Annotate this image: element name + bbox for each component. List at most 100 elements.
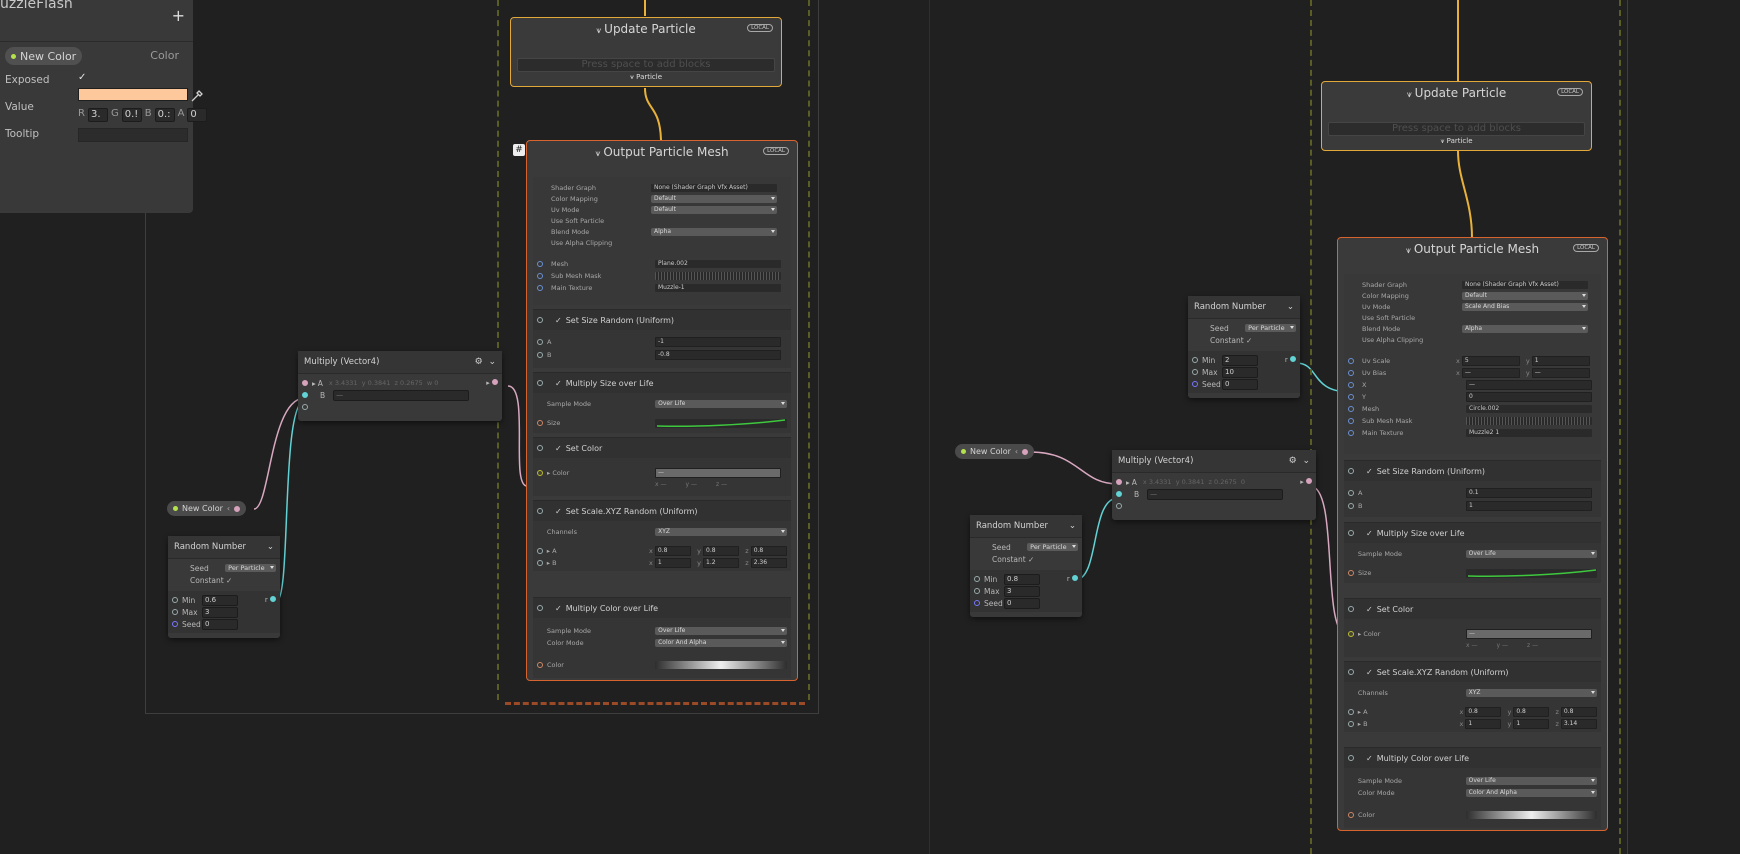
y-field[interactable]: — bbox=[1531, 368, 1590, 378]
collapse-icon[interactable]: ‹ bbox=[227, 504, 230, 513]
x-field[interactable]: 5 bbox=[1461, 356, 1520, 366]
seed-mode-dropdown[interactable]: Per Particle bbox=[1245, 324, 1296, 332]
y-field[interactable]: 0 bbox=[1466, 392, 1592, 402]
input-port[interactable] bbox=[1348, 406, 1354, 412]
input-port[interactable] bbox=[1348, 370, 1354, 376]
sub-mesh-mask-field[interactable] bbox=[1466, 417, 1592, 425]
block-set-scale-xyz-random[interactable]: ✓ Set Scale.XYZ Random (Uniform) Channels… bbox=[533, 500, 791, 571]
max-field[interactable]: 3 bbox=[202, 606, 238, 618]
b-field[interactable]: 1 bbox=[1466, 501, 1592, 511]
setting-dropdown[interactable]: Default bbox=[651, 206, 777, 214]
a-field[interactable]: 0 bbox=[187, 108, 208, 122]
min-field[interactable]: 2 bbox=[1222, 354, 1258, 366]
chevron-down-icon[interactable]: ⌄ bbox=[1302, 456, 1310, 466]
seed-mode-dropdown[interactable]: Per Particle bbox=[1027, 543, 1078, 551]
sample-mode-dropdown[interactable]: Over Life bbox=[655, 400, 788, 408]
shader-graph-field[interactable]: None (Shader Graph Vfx Asset) bbox=[651, 184, 777, 192]
max-field[interactable]: 3 bbox=[1004, 585, 1040, 597]
add-property-button[interactable]: + bbox=[172, 6, 191, 25]
new-color-property-node[interactable]: New Color ‹ bbox=[955, 444, 1035, 459]
output-particle-mesh-context[interactable]: ⩛ Output Particle Mesh LOCAL Shader Grap… bbox=[1337, 237, 1608, 831]
block-multiply-color-over-life[interactable]: ✓ Multiply Color over Life Sample Mode Ove… bbox=[533, 597, 791, 678]
constant-checkbox[interactable]: ✓ bbox=[1028, 555, 1034, 564]
add-blocks-placeholder[interactable]: Press space to add blocks bbox=[1328, 122, 1585, 136]
input-port[interactable] bbox=[1348, 430, 1354, 436]
block-multiply-size-over-life[interactable]: ✓ Multiply Size over Life Sample Mode Over… bbox=[533, 372, 791, 433]
color-mode-dropdown[interactable]: Color And Alpha bbox=[655, 639, 788, 647]
input-port[interactable] bbox=[1348, 382, 1354, 388]
update-particle-context[interactable]: ⩛ Update Particle LOCAL Press space to a… bbox=[1321, 81, 1592, 151]
size-curve[interactable] bbox=[655, 418, 787, 428]
mesh-field[interactable]: Circle.002 bbox=[1466, 405, 1592, 413]
input-port[interactable] bbox=[1348, 358, 1354, 364]
random-number-node[interactable]: Random Number ⌄ Seed Per Particle Constant ✓ M… bbox=[168, 536, 280, 638]
seed-field[interactable]: 0 bbox=[1004, 597, 1040, 609]
color-gradient[interactable] bbox=[655, 661, 787, 669]
min-field[interactable]: 0.8 bbox=[1004, 573, 1040, 585]
chevron-down-icon[interactable]: ⌄ bbox=[1287, 302, 1294, 312]
input-port[interactable] bbox=[1348, 418, 1354, 424]
property-pill[interactable]: New Color bbox=[5, 47, 83, 65]
g-field[interactable]: 0.! bbox=[121, 108, 142, 122]
chevron-down-icon[interactable]: ⌄ bbox=[267, 542, 274, 552]
gear-icon[interactable]: ⚙ bbox=[1289, 456, 1297, 466]
r-field[interactable]: 3. bbox=[87, 108, 108, 122]
gear-icon[interactable]: ⚙ bbox=[475, 357, 483, 367]
input-port[interactable] bbox=[537, 273, 543, 279]
chevron-down-icon[interactable]: ⌄ bbox=[488, 357, 496, 367]
b-field[interactable]: 0.: bbox=[154, 108, 175, 122]
eyedropper-icon[interactable] bbox=[190, 88, 204, 102]
color-field[interactable]: — bbox=[1466, 629, 1592, 639]
a-field[interactable]: 0.1 bbox=[1466, 488, 1592, 498]
main-texture-field[interactable]: Muzzle2 1 bbox=[1466, 429, 1592, 437]
color-gradient[interactable] bbox=[1465, 811, 1597, 819]
update-particle-context[interactable]: ⩛ Update Particle LOCAL Press space to a… bbox=[510, 17, 782, 87]
block-multiply-color-over-life[interactable]: ✓ Multiply Color over Life Sample Mode Ove… bbox=[1344, 747, 1601, 828]
random-number-node[interactable]: Random Number ⌄ Seed Per Particle Constant ✓ M… bbox=[1188, 296, 1300, 398]
chevron-down-icon[interactable]: ⌄ bbox=[1069, 521, 1076, 531]
collapse-icon[interactable]: ‹ bbox=[1015, 447, 1018, 456]
setting-dropdown[interactable]: Alpha bbox=[651, 228, 777, 236]
setting-dropdown[interactable]: Default bbox=[1462, 292, 1588, 300]
block-set-size-random[interactable]: ✓ Set Size Random (Uniform) A 0.1 B1 bbox=[1344, 460, 1601, 517]
setting-dropdown[interactable]: Default bbox=[651, 195, 777, 203]
multiply-vector4-node[interactable]: Multiply (Vector4) ⚙ ⌄ ▸ A x 3.4331 y 0.3… bbox=[1112, 450, 1316, 520]
input-port[interactable] bbox=[1348, 394, 1354, 400]
exposed-checkbox[interactable]: ✓ bbox=[78, 72, 90, 84]
setting-dropdown[interactable]: Alpha bbox=[1462, 325, 1588, 333]
max-field[interactable]: 10 bbox=[1222, 366, 1258, 378]
input-port[interactable] bbox=[537, 261, 543, 267]
block-set-color[interactable]: ✓ Set Color ▸ Color — x — y — z — bbox=[1344, 598, 1601, 657]
sample-mode-dropdown[interactable]: Over Life bbox=[655, 627, 788, 635]
channels-dropdown[interactable]: XYZ bbox=[655, 528, 788, 536]
block-set-color[interactable]: ✓ Set Color ▸ Color — x — y — z — bbox=[533, 437, 791, 496]
multiply-vector4-node[interactable]: Multiply (Vector4) ⚙ ⌄ ▸ A x 3.4331 y 0.3… bbox=[298, 351, 502, 421]
constant-checkbox[interactable]: ✓ bbox=[1246, 336, 1252, 345]
block-set-size-random[interactable]: ✓ Set Size Random (Uniform) A -1 B -0.8 bbox=[533, 309, 791, 368]
seed-field[interactable]: 0 bbox=[1222, 378, 1258, 390]
tooltip-field[interactable] bbox=[78, 128, 188, 142]
b-field[interactable]: -0.8 bbox=[655, 350, 781, 360]
min-field[interactable]: 0.6 bbox=[202, 594, 238, 606]
seed-field[interactable]: 0 bbox=[202, 618, 238, 630]
add-blocks-placeholder[interactable]: Press space to add blocks bbox=[517, 58, 775, 72]
output-particle-mesh-context[interactable]: # ⩛ Output Particle Mesh LOCAL Shader Gr… bbox=[513, 140, 798, 681]
input-port[interactable] bbox=[537, 285, 543, 291]
x-field[interactable]: — bbox=[1461, 368, 1520, 378]
new-color-property-node[interactable]: New Color ‹ bbox=[167, 501, 247, 516]
main-texture-field[interactable]: Muzzle-1 bbox=[655, 284, 781, 292]
random-number-node[interactable]: Random Number ⌄ Seed Per Particle Constant ✓ M… bbox=[970, 515, 1082, 617]
a-field[interactable]: -1 bbox=[655, 337, 781, 347]
sub-mesh-mask-field[interactable] bbox=[655, 272, 781, 280]
constant-checkbox[interactable]: ✓ bbox=[226, 576, 232, 585]
color-mode-dropdown[interactable]: Color And Alpha bbox=[1465, 789, 1597, 797]
mesh-field[interactable]: Plane.002 bbox=[655, 260, 781, 268]
value-color-field[interactable] bbox=[78, 88, 188, 101]
y-field[interactable]: 1 bbox=[1531, 356, 1590, 366]
shader-graph-field[interactable]: None (Shader Graph Vfx Asset) bbox=[1462, 281, 1588, 289]
x-field[interactable]: — bbox=[1466, 380, 1592, 390]
seed-mode-dropdown[interactable]: Per Particle bbox=[225, 564, 276, 572]
setting-dropdown[interactable]: Scale And Bias bbox=[1462, 303, 1588, 311]
block-multiply-size-over-life[interactable]: ✓ Multiply Size over Life Sample Mode Over… bbox=[1344, 522, 1601, 583]
block-set-scale-xyz-random[interactable]: ✓ Set Scale.XYZ Random (Uniform) Channels… bbox=[1344, 661, 1601, 732]
